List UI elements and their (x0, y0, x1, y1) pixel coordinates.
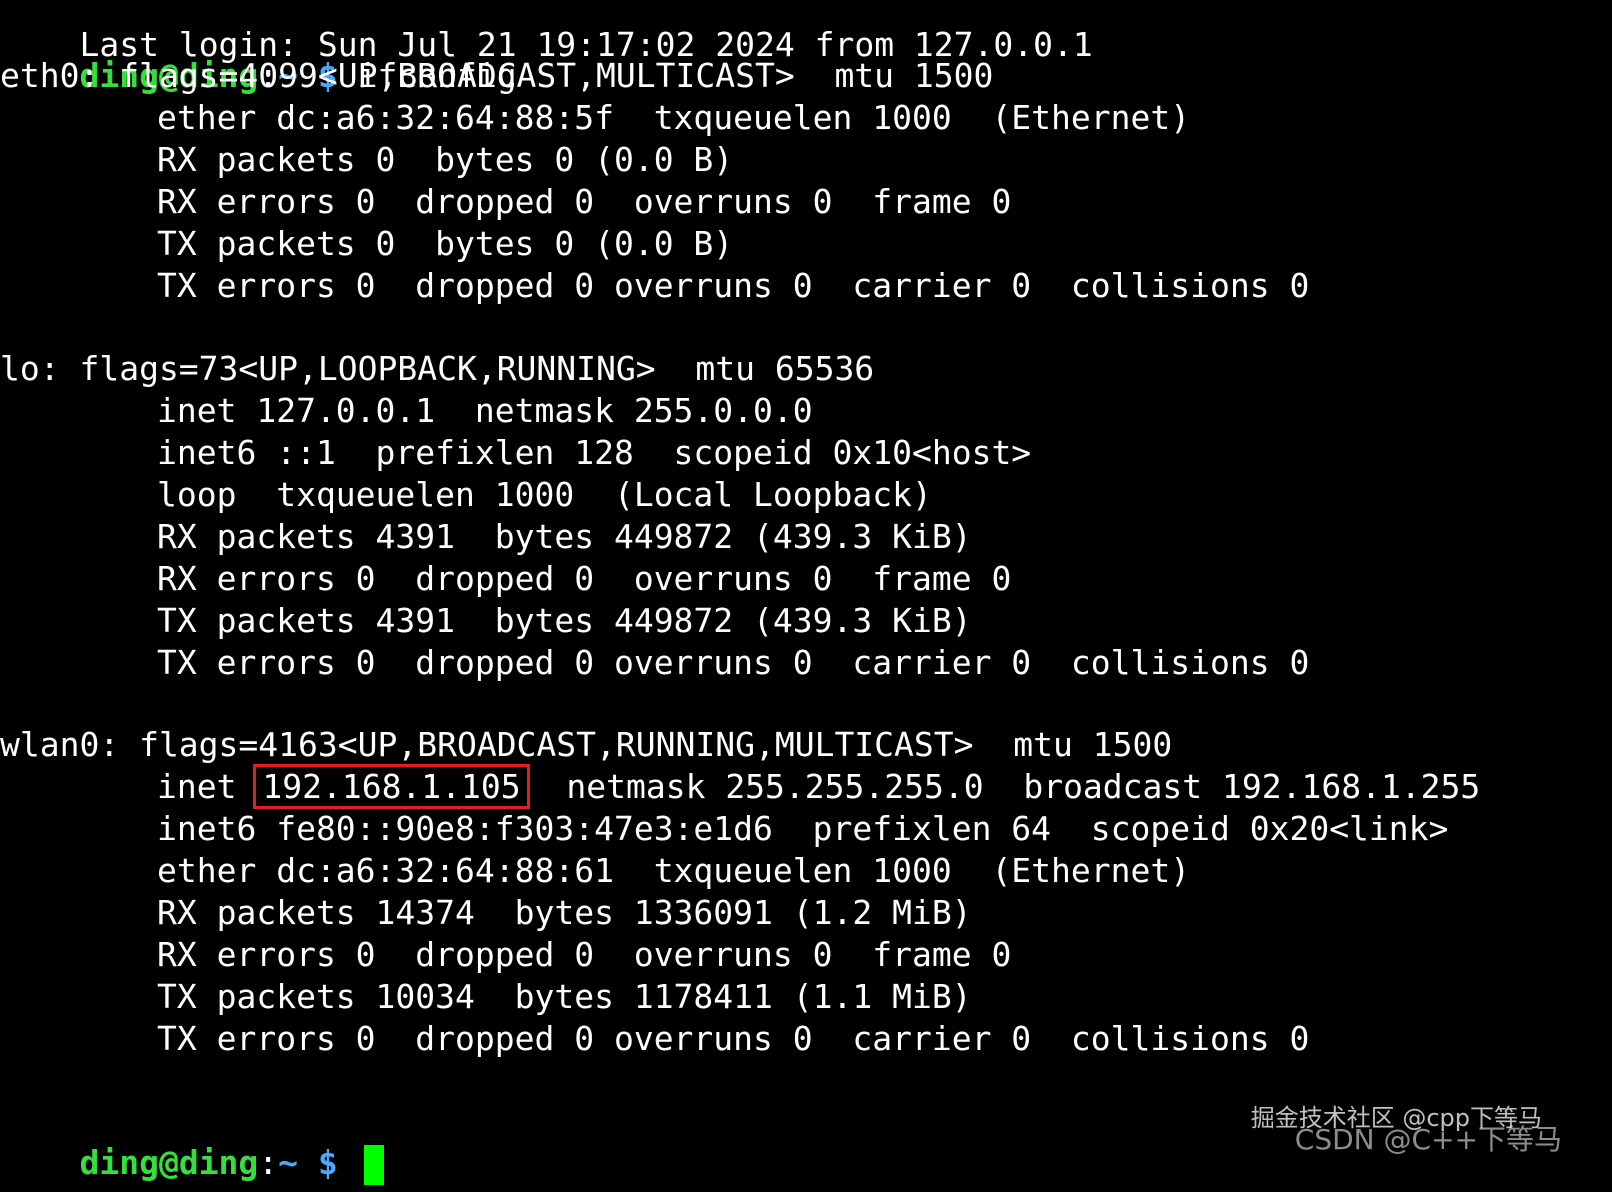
lo-line: inet6 ::1 prefixlen 128 scopeid 0x10<hos… (157, 433, 1032, 472)
eth0-line: TX packets 0 bytes 0 (0.0 B) (157, 224, 734, 263)
prompt-colon: : (258, 1143, 279, 1182)
prompt-line-ifconfig: ding@ding:~ $ ifconfig (0, 13, 516, 95)
csdn-watermark: CSDN @C++下等马 (1294, 1123, 1562, 1156)
lo-line: RX packets 4391 bytes 449872 (439.3 KiB) (157, 517, 972, 556)
prompt-path: ~ (278, 1143, 299, 1182)
lo-line: RX errors 0 dropped 0 overruns 0 frame 0 (157, 559, 1012, 598)
highlighted-ip-address: 192.168.1.105 (253, 764, 530, 809)
eth0-line: ether dc:a6:32:64:88:5f txqueuelen 1000 … (157, 98, 1191, 137)
eth0-line: RX packets 0 bytes 0 (0.0 B) (157, 140, 734, 179)
lo-header: lo: flags=73<UP,LOOPBACK,RUNNING> mtu 65… (0, 349, 875, 388)
prompt-user-host: ding@ding (79, 1143, 259, 1182)
wlan0-line: RX errors 0 dropped 0 overruns 0 frame 0 (157, 935, 1012, 974)
wlan0-line: TX packets 10034 bytes 1178411 (1.1 MiB) (157, 977, 972, 1016)
lo-line: TX errors 0 dropped 0 overruns 0 carrier… (157, 643, 1310, 682)
wlan0-line: ether dc:a6:32:64:88:61 txqueuelen 1000 … (157, 851, 1191, 890)
wlan0-header: wlan0: flags=4163<UP,BROADCAST,RUNNING,M… (0, 725, 1173, 764)
prompt-dollar: $ (298, 1143, 358, 1182)
prompt-line-current[interactable]: ding@ding:~ $ (0, 1100, 384, 1185)
wlan0-line: RX packets 14374 bytes 1336091 (1.2 MiB) (157, 893, 972, 932)
wlan0-line: inet6 fe80::90e8:f303:47e3:e1d6 prefixle… (157, 809, 1449, 848)
terminal-window[interactable]: Last login: Sun Jul 21 19:17:02 2024 fro… (0, 0, 1612, 1192)
lo-line: inet 127.0.0.1 netmask 255.0.0.0 (157, 391, 813, 430)
eth0-line: TX errors 0 dropped 0 overruns 0 carrier… (157, 266, 1310, 305)
eth0-header: eth0: flags=4099<UP,BROADCAST,MULTICAST>… (0, 56, 994, 95)
eth0-line: RX errors 0 dropped 0 overruns 0 frame 0 (157, 182, 1012, 221)
lo-line: loop txqueuelen 1000 (Local Loopback) (157, 475, 932, 514)
lo-line: TX packets 4391 bytes 449872 (439.3 KiB) (157, 601, 972, 640)
wlan0-line: TX errors 0 dropped 0 overruns 0 carrier… (157, 1019, 1310, 1058)
terminal-cursor[interactable] (363, 1144, 384, 1185)
wlan0-inet-line: inet 192.168.1.105 netmask 255.255.255.0… (157, 764, 1481, 809)
